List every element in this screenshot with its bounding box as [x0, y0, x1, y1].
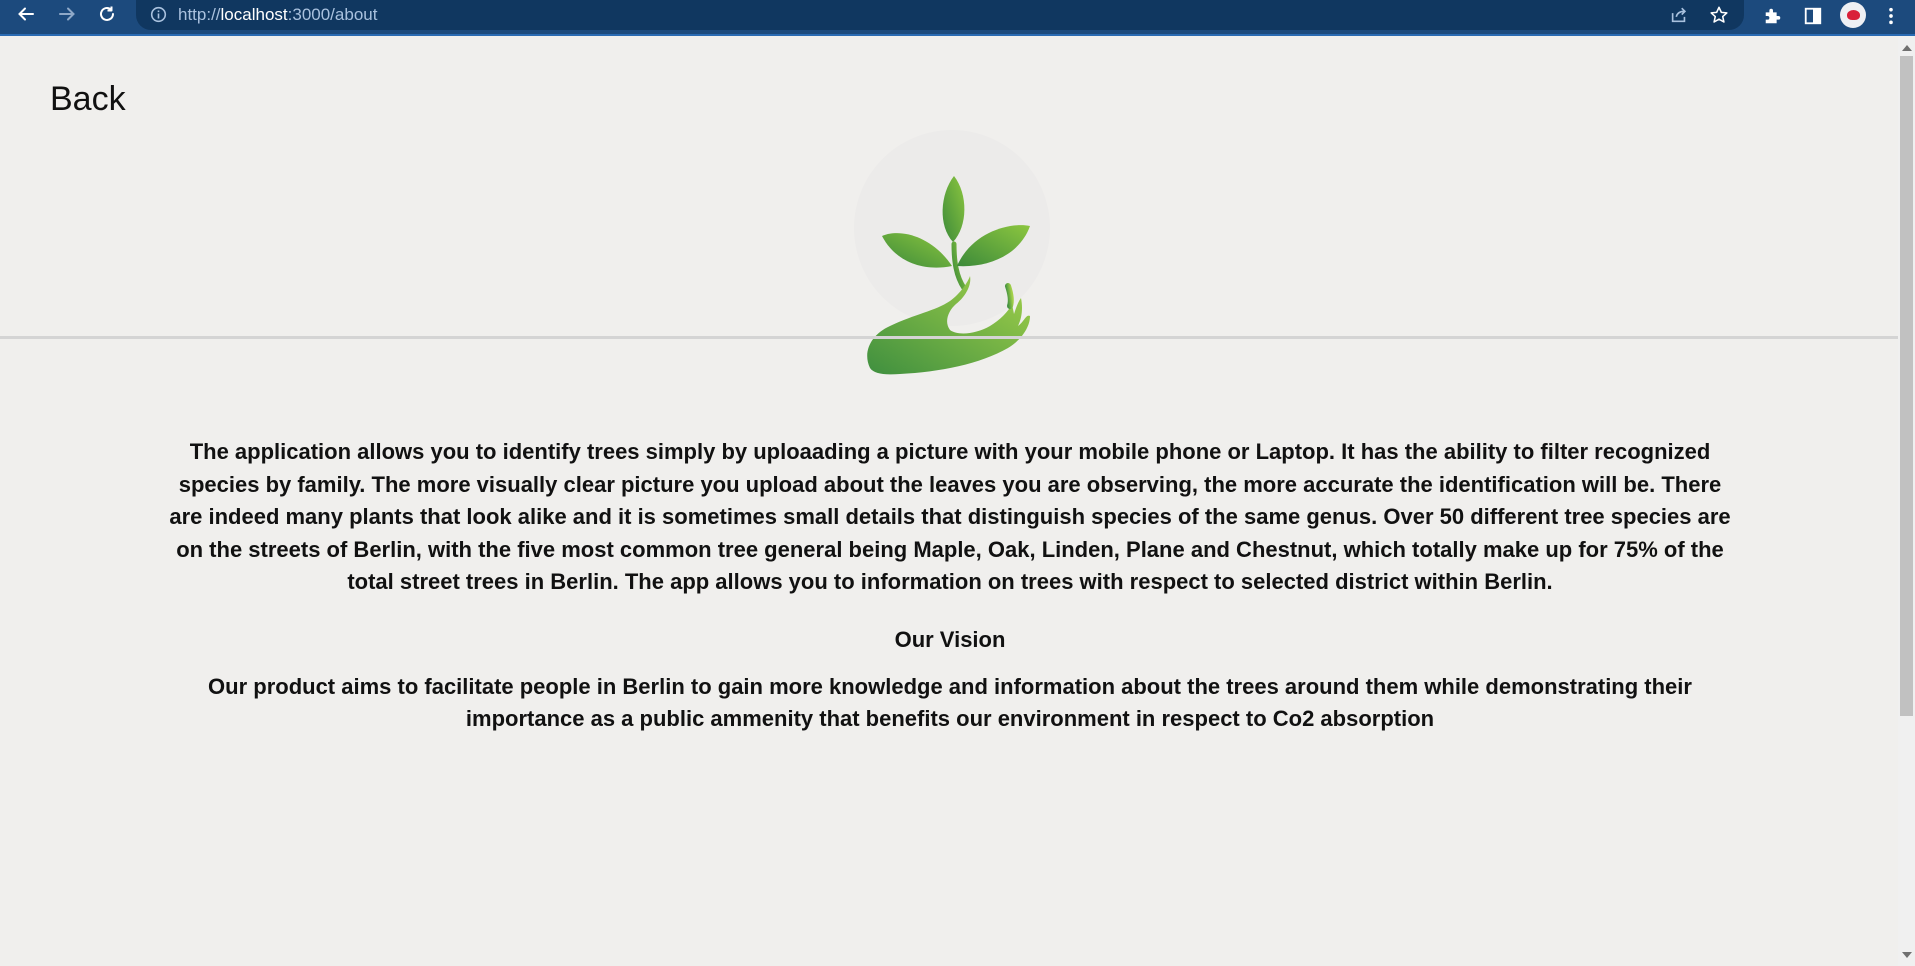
hand-shape — [867, 276, 1030, 375]
side-panel-icon[interactable] — [1800, 3, 1826, 29]
page-scrollbar[interactable] — [1898, 36, 1915, 966]
kebab-menu-icon[interactable] — [1878, 3, 1904, 29]
browser-toolbar: http://localhost:3000/about — [0, 0, 1915, 36]
scroll-up-arrow-icon[interactable] — [1902, 45, 1912, 51]
back-link[interactable]: Back — [50, 80, 126, 119]
scroll-thumb[interactable] — [1900, 56, 1913, 716]
leaf-top — [942, 176, 965, 242]
share-icon[interactable] — [1668, 4, 1690, 26]
hand-holding-plant-logo — [867, 176, 1030, 375]
address-bar[interactable]: http://localhost:3000/about — [136, 0, 1744, 30]
info-icon[interactable] — [150, 6, 167, 23]
header-divider — [0, 336, 1898, 339]
star-icon[interactable] — [1708, 4, 1730, 26]
forward-arrow-icon[interactable] — [50, 0, 84, 28]
profile-avatar[interactable] — [1840, 2, 1866, 28]
reload-icon[interactable] — [90, 0, 124, 28]
leaf-right — [957, 225, 1030, 267]
vision-paragraph: Our product aims to facilitate people in… — [208, 673, 1692, 732]
about-page: Back The application allows you to ident… — [0, 36, 1898, 966]
leaf-left — [882, 233, 952, 268]
back-arrow-icon[interactable] — [9, 0, 43, 28]
url-text[interactable]: http://localhost:3000/about — [178, 5, 377, 25]
scroll-down-arrow-icon[interactable] — [1902, 952, 1912, 958]
puzzle-icon[interactable] — [1760, 3, 1786, 29]
about-content: The application allows you to identify t… — [160, 436, 1740, 736]
vision-heading: Our Vision — [894, 626, 1006, 652]
intro-paragraph: The application allows you to identify t… — [169, 439, 1731, 594]
